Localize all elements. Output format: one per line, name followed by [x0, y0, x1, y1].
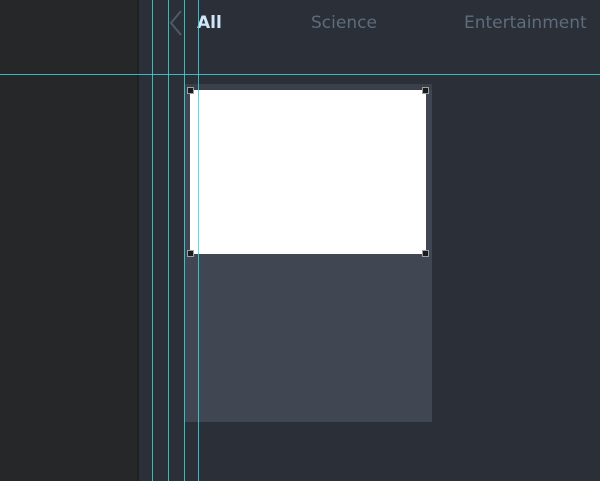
category-tab-bar: All Science Entertainment	[139, 0, 600, 46]
resize-handle-top-left[interactable]	[187, 87, 194, 94]
left-panel	[0, 0, 138, 481]
design-canvas[interactable]: All Science Entertainment	[139, 0, 600, 481]
tab-all[interactable]: All	[197, 12, 222, 34]
resize-handle-bottom-right[interactable]	[422, 250, 429, 257]
tab-science[interactable]: Science	[311, 12, 377, 34]
layout-guide-vertical	[152, 0, 153, 481]
layout-guide-vertical	[198, 0, 199, 481]
selected-image-placeholder[interactable]	[187, 87, 429, 257]
resize-handle-bottom-left[interactable]	[187, 250, 194, 257]
layout-guide-horizontal	[0, 74, 600, 75]
content-card[interactable]	[184, 84, 432, 422]
tab-entertainment[interactable]: Entertainment	[464, 12, 587, 34]
layout-guide-vertical	[168, 0, 169, 481]
resize-handle-top-right[interactable]	[422, 87, 429, 94]
layout-guide-vertical	[184, 0, 185, 481]
design-editor: All Science Entertainment	[0, 0, 600, 481]
chevron-left-icon[interactable]	[169, 10, 183, 36]
